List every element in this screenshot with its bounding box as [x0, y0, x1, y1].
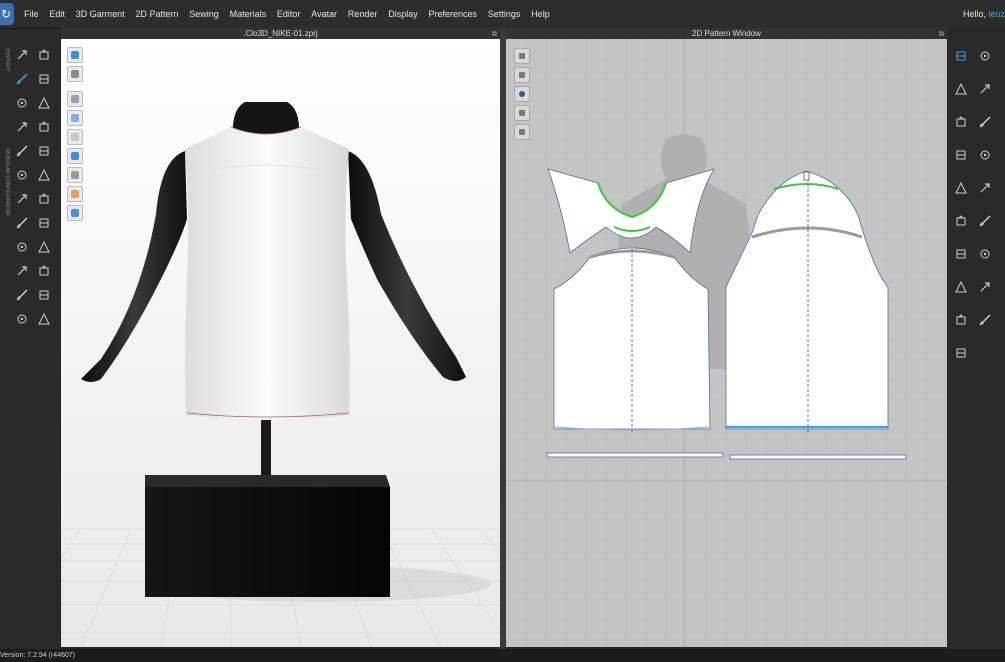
modular-configurator-tab[interactable]: MODULAR CONFIGURATOR — [0, 149, 10, 215]
bind-icon[interactable] — [38, 313, 50, 325]
logo-icon: ↻ — [1, 7, 12, 21]
fold-icon[interactable] — [955, 248, 967, 260]
username: leoz — [988, 9, 1005, 19]
menu-render[interactable]: Render — [348, 9, 378, 19]
drag-icon[interactable] — [16, 121, 28, 133]
simulate-icon[interactable] — [16, 145, 28, 157]
menu-3d-garment[interactable]: 3D Garment — [76, 9, 125, 19]
greeting-text: Hello, — [962, 9, 989, 19]
elastic-icon[interactable] — [16, 289, 28, 301]
menu-preferences[interactable]: Preferences — [429, 9, 478, 19]
select-icon[interactable] — [514, 67, 530, 83]
transform-pattern-icon[interactable] — [38, 49, 50, 61]
mannequin-pole — [261, 419, 271, 475]
skin-icon[interactable] — [67, 186, 83, 202]
right-toolbar — [947, 28, 1005, 649]
menu-display[interactable]: Display — [388, 9, 418, 19]
trim-icon[interactable] — [16, 241, 28, 253]
version-text: Version: 7.2.94 (r44607) — [0, 652, 76, 659]
garment-icon[interactable] — [67, 47, 83, 63]
pattern-point-marker[interactable] — [803, 171, 810, 181]
show-avatar-icon[interactable] — [67, 167, 83, 183]
menu-list: File Edit 3D Garment 2D Pattern Sewing M… — [24, 0, 561, 28]
user-greeting[interactable]: Hello, leoz — [963, 9, 1005, 19]
edit-pattern-icon[interactable] — [16, 73, 28, 85]
texture-icon[interactable] — [67, 91, 83, 107]
button-icon[interactable] — [38, 193, 50, 205]
menu-settings[interactable]: Settings — [488, 9, 521, 19]
menu-bar: ↻ File Edit 3D Garment 2D Pattern Sewing… — [0, 0, 1005, 29]
seam-taping-icon[interactable] — [955, 215, 967, 227]
app-logo[interactable]: ↻ — [0, 3, 14, 25]
3d-window-titlebar: .Clo3D_NIKE-01.zprj ⧉ — [61, 28, 500, 39]
fold-arrangement-icon[interactable] — [38, 73, 50, 85]
create-circle-icon[interactable] — [955, 116, 967, 128]
transparent-icon[interactable] — [67, 148, 83, 164]
globe-icon[interactable] — [67, 205, 83, 221]
tack-icon[interactable] — [16, 97, 28, 109]
paste-icon[interactable] — [514, 124, 530, 140]
fit-icon[interactable] — [38, 121, 50, 133]
notch-icon[interactable] — [979, 215, 991, 227]
check-sewing-icon[interactable] — [979, 182, 991, 194]
avatar-measure-icon[interactable] — [38, 145, 50, 157]
free-sewing-icon[interactable] — [955, 182, 967, 194]
create-rectangle-icon[interactable] — [979, 83, 991, 95]
2d-window-title: 2D Pattern Window — [692, 29, 761, 38]
brush-icon[interactable] — [67, 110, 83, 126]
texture-icon[interactable] — [16, 265, 28, 277]
annotation-icon[interactable] — [955, 281, 967, 293]
menu-editor[interactable]: Editor — [277, 9, 301, 19]
transform-pattern-2d-icon[interactable] — [955, 50, 967, 62]
menu-file[interactable]: File — [24, 9, 39, 19]
puckering-icon[interactable] — [16, 193, 28, 205]
topstitch-icon[interactable] — [38, 169, 50, 181]
ruler-icon[interactable] — [955, 314, 967, 326]
pedestal-box — [145, 487, 390, 597]
3d-window-title: .Clo3D_NIKE-01.zprj — [243, 29, 318, 38]
pattern-canvas[interactable] — [506, 39, 947, 647]
graphic-icon[interactable] — [38, 241, 50, 253]
menu-materials[interactable]: Materials — [230, 9, 267, 19]
text-icon[interactable] — [979, 248, 991, 260]
mannequin-icon[interactable] — [979, 314, 991, 326]
2d-window-titlebar: 2D Pattern Window ⧉ — [506, 28, 947, 39]
3d-pen-icon[interactable] — [16, 169, 28, 181]
create-internal-icon[interactable] — [979, 116, 991, 128]
3d-garment-window[interactable] — [61, 39, 500, 647]
back-hem-band[interactable] — [729, 454, 907, 460]
shirt-icon[interactable] — [67, 66, 83, 82]
menu-help[interactable]: Help — [531, 9, 550, 19]
copy-icon[interactable] — [514, 105, 530, 121]
segment-sewing-icon[interactable] — [979, 149, 991, 161]
zipper-icon[interactable] — [38, 217, 50, 229]
menu-avatar[interactable]: Avatar — [311, 9, 337, 19]
3d-scene[interactable] — [61, 39, 500, 647]
shirring-icon[interactable] — [16, 313, 28, 325]
grading-icon[interactable] — [979, 281, 991, 293]
create-polygon-icon[interactable] — [955, 83, 967, 95]
buttonhole-icon[interactable] — [16, 217, 28, 229]
zipper-2d-icon[interactable] — [955, 347, 967, 359]
pedestal-top — [145, 475, 390, 487]
avatar-icon[interactable] — [67, 129, 83, 145]
trace-icon[interactable] — [955, 149, 967, 161]
line-icon[interactable] — [38, 289, 50, 301]
piping-icon[interactable] — [38, 265, 50, 277]
select-move-icon[interactable] — [16, 49, 28, 61]
info-icon[interactable] — [514, 86, 530, 102]
pin-icon[interactable] — [38, 97, 50, 109]
status-bar: Version: 7.2.94 (r44607) — [0, 649, 1005, 662]
menu-edit[interactable]: Edit — [49, 9, 65, 19]
front-hem-band[interactable] — [546, 452, 724, 458]
edit-curve-icon[interactable] — [979, 50, 991, 62]
menu-2d-pattern[interactable]: 2D Pattern — [135, 9, 178, 19]
history-tab[interactable]: HISTORY — [0, 49, 10, 71]
menu-sewing[interactable]: Sewing — [189, 9, 219, 19]
left-toolbar: HISTORY MODULAR CONFIGURATOR — [0, 29, 60, 649]
2d-pattern-window[interactable] — [506, 39, 947, 647]
pen-icon[interactable] — [514, 48, 530, 64]
